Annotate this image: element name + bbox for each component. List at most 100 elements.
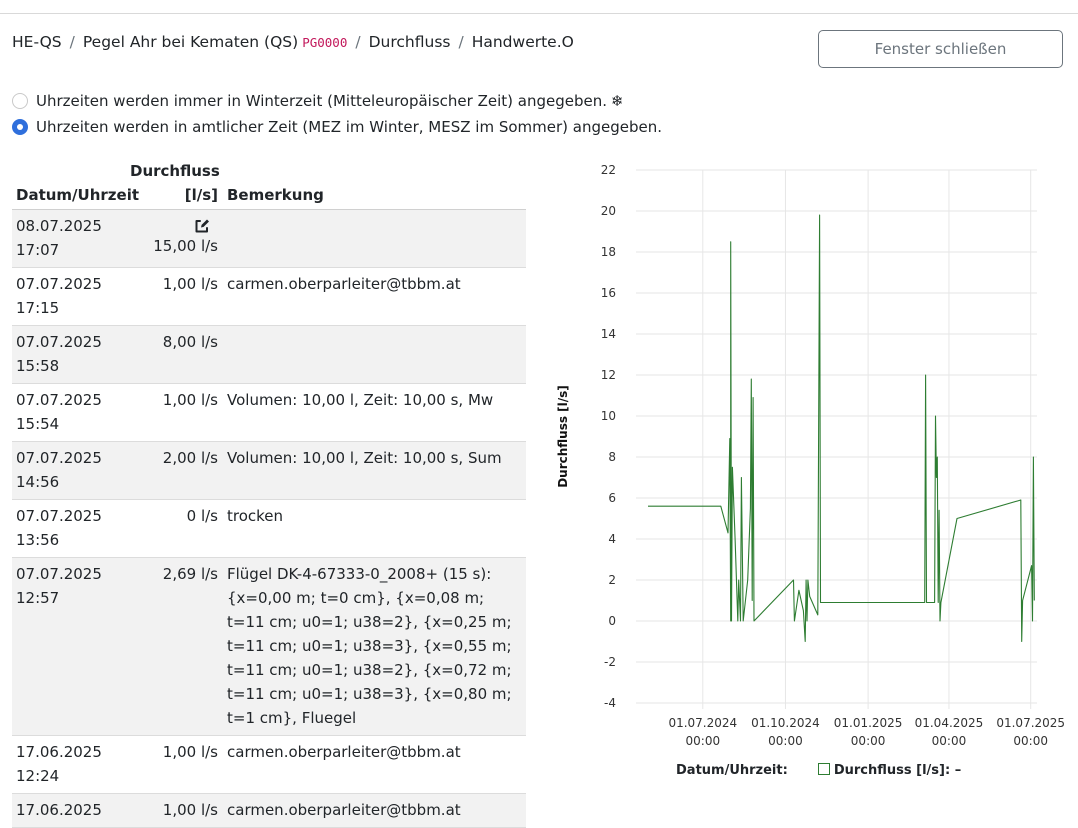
cell-datetime: 07.07.2025 17:15 bbox=[12, 272, 130, 320]
y-tick-label: 18 bbox=[601, 245, 616, 259]
snowflake-icon: ❄ bbox=[610, 92, 624, 110]
cell-remark: carmen.oberparleiter@tbbm.at bbox=[227, 275, 461, 293]
legend-series-value: – bbox=[954, 763, 962, 778]
table-row: 17.06.2025 12:24 1,00 l/s carmen.oberparlei… bbox=[12, 736, 526, 794]
x-tick-label: 00:00 bbox=[768, 734, 803, 748]
table-row: 17.06.2025 1,00 l/s carmen.oberparleiter@t… bbox=[12, 794, 526, 828]
cell-date: 07.07.2025 bbox=[16, 565, 102, 583]
table-row: 07.07.2025 14:56 2,00 l/s Volumen: 10,00 l,… bbox=[12, 442, 526, 500]
breadcrumb: HE-QS / Pegel Ahr bei Kematen (QS) PG0000 / D… bbox=[12, 33, 574, 51]
station-code: PG0000 bbox=[302, 35, 348, 50]
cell-time: 12:57 bbox=[16, 589, 60, 607]
table-row: 08.07.2025 17:07 15,00 l/s bbox=[12, 210, 526, 268]
x-tick-label: 01.07.2025 bbox=[996, 716, 1065, 730]
cell-date: 07.07.2025 bbox=[16, 275, 102, 293]
breadcrumb-item-parameter[interactable]: Durchfluss bbox=[369, 33, 451, 51]
table-row: 07.07.2025 13:56 0 l/s trocken bbox=[12, 500, 526, 558]
cell-time: 12:24 bbox=[16, 767, 60, 785]
y-tick-label: 0 bbox=[608, 614, 616, 628]
radio-official-time[interactable] bbox=[12, 119, 28, 135]
header-flow[interactable]: Durchfluss bbox=[130, 162, 220, 180]
cell-flow: 15,00 l/s bbox=[130, 214, 218, 262]
y-tick-label: 12 bbox=[601, 368, 616, 382]
y-tick-label: 4 bbox=[608, 532, 616, 546]
legend-datetime-label: Datum/Uhrzeit: bbox=[676, 763, 788, 778]
y-tick-label: 10 bbox=[601, 409, 616, 423]
breadcrumb-separator: / bbox=[458, 33, 464, 51]
cell-flow-value: 0 l/s bbox=[186, 507, 218, 525]
cell-flow-value: 15,00 l/s bbox=[153, 237, 218, 255]
cell-datetime: 07.07.2025 14:56 bbox=[12, 446, 130, 494]
cell-datetime: 07.07.2025 13:56 bbox=[12, 504, 130, 552]
chart-legend: Datum/Uhrzeit: Durchfluss [l/s]: – bbox=[676, 763, 961, 778]
cell-datetime: 07.07.2025 12:57 bbox=[12, 562, 130, 730]
y-tick-label: -4 bbox=[604, 696, 616, 710]
y-tick-label: 6 bbox=[608, 491, 616, 505]
legend-series-swatch[interactable] bbox=[817, 763, 830, 775]
cell-flow: 1,00 l/s bbox=[130, 388, 218, 436]
time-mode-options: Uhrzeiten werden immer in Winterzeit (Mi… bbox=[12, 88, 662, 140]
cell-date: 07.07.2025 bbox=[16, 507, 102, 525]
cell-flow: 2,00 l/s bbox=[130, 446, 218, 494]
table-row: 07.07.2025 12:57 2,69 l/s Flügel DK-4-67333… bbox=[12, 558, 526, 736]
breadcrumb-separator: / bbox=[69, 33, 75, 51]
cell-flow: 1,00 l/s bbox=[130, 740, 218, 788]
time-option-winter-label[interactable]: Uhrzeiten werden immer in Winterzeit (Mi… bbox=[36, 92, 607, 110]
breadcrumb-item-series: Handwerte.O bbox=[471, 33, 574, 51]
cell-remark: trocken bbox=[227, 507, 284, 525]
header-flow-unit: [l/s] bbox=[184, 186, 218, 204]
y-axis-label: Durchfluss [l/s] bbox=[556, 385, 570, 488]
cell-datetime: 17.06.2025 12:24 bbox=[12, 740, 130, 788]
time-option-official-label[interactable]: Uhrzeiten werden in amtlicher Zeit (MEZ … bbox=[36, 118, 662, 136]
header-datetime[interactable]: Datum/Uhrzeit bbox=[16, 186, 139, 204]
y-tick-label: 20 bbox=[601, 204, 616, 218]
cell-time: 15:54 bbox=[16, 415, 60, 433]
cell-datetime: 08.07.2025 17:07 bbox=[12, 214, 130, 262]
y-tick-label: 2 bbox=[608, 573, 616, 587]
cell-time: 17:15 bbox=[16, 299, 60, 317]
y-tick-label: 8 bbox=[608, 450, 616, 464]
cell-flow-value: 2,69 l/s bbox=[162, 565, 218, 583]
y-tick-label: 22 bbox=[601, 163, 616, 177]
table-row: 07.07.2025 15:54 1,00 l/s Volumen: 10,00 l,… bbox=[12, 384, 526, 442]
cell-date: 08.07.2025 bbox=[16, 217, 102, 235]
close-window-button[interactable]: Fenster schließen bbox=[818, 30, 1063, 68]
y-tick-label: 14 bbox=[601, 327, 616, 341]
time-option-official[interactable]: Uhrzeiten werden in amtlicher Zeit (MEZ … bbox=[12, 114, 662, 140]
table-row: 07.07.2025 15:58 8,00 l/s bbox=[12, 326, 526, 384]
flow-chart: -4 -2 0 2 4 6 8 10 12 14 16 18 20 22 01.07.2024 00:00 01… bbox=[552, 158, 1078, 778]
cell-time: 14:56 bbox=[16, 473, 60, 491]
cell-datetime: 07.07.2025 15:58 bbox=[12, 330, 130, 378]
edit-icon[interactable] bbox=[194, 218, 210, 234]
table-header: Datum/Uhrzeit Durchfluss [l/s] Bemerkung bbox=[12, 158, 526, 210]
series-line-durchfluss bbox=[648, 214, 1035, 643]
cell-flow: 0 l/s bbox=[130, 504, 218, 552]
cell-remark: Flügel DK-4-67333-0_2008+ (15 s): {x=0,0… bbox=[227, 565, 512, 727]
x-tick-label: 00:00 bbox=[932, 734, 967, 748]
cell-flow-value: 1,00 l/s bbox=[162, 743, 218, 761]
cell-remark: Volumen: 10,00 l, Zeit: 10,00 s, Sum bbox=[227, 449, 502, 467]
cell-date: 17.06.2025 bbox=[16, 801, 102, 819]
cell-flow: 1,00 l/s bbox=[130, 272, 218, 320]
cell-date: 07.07.2025 bbox=[16, 449, 102, 467]
x-tick-label: 01.10.2024 bbox=[751, 716, 820, 730]
breadcrumb-item-station[interactable]: Pegel Ahr bei Kematen (QS) bbox=[83, 33, 298, 51]
cell-time: 15:58 bbox=[16, 357, 60, 375]
legend-series-label[interactable]: Durchfluss [l/s]: bbox=[834, 763, 950, 778]
cell-flow: 1,00 l/s bbox=[130, 798, 218, 822]
breadcrumb-item-he-qs[interactable]: HE-QS bbox=[12, 33, 62, 51]
radio-winter-time[interactable] bbox=[12, 93, 28, 109]
cell-datetime: 17.06.2025 bbox=[12, 798, 130, 822]
time-option-winter[interactable]: Uhrzeiten werden immer in Winterzeit (Mi… bbox=[12, 88, 662, 114]
flow-chart-svg: -4 -2 0 2 4 6 8 10 12 14 16 18 20 22 01.07.2024 00:00 01… bbox=[556, 163, 1065, 748]
cell-remark: carmen.oberparleiter@tbbm.at bbox=[227, 801, 461, 819]
x-tick-label: 01.07.2024 bbox=[668, 716, 737, 730]
cell-datetime: 07.07.2025 15:54 bbox=[12, 388, 130, 436]
x-tick-label: 00:00 bbox=[1013, 734, 1048, 748]
cell-flow-value: 1,00 l/s bbox=[162, 391, 218, 409]
cell-flow: 8,00 l/s bbox=[130, 330, 218, 378]
cell-remark bbox=[218, 214, 524, 262]
cell-date: 07.07.2025 bbox=[16, 333, 102, 351]
cell-remark bbox=[218, 330, 524, 378]
top-divider bbox=[0, 13, 1078, 14]
